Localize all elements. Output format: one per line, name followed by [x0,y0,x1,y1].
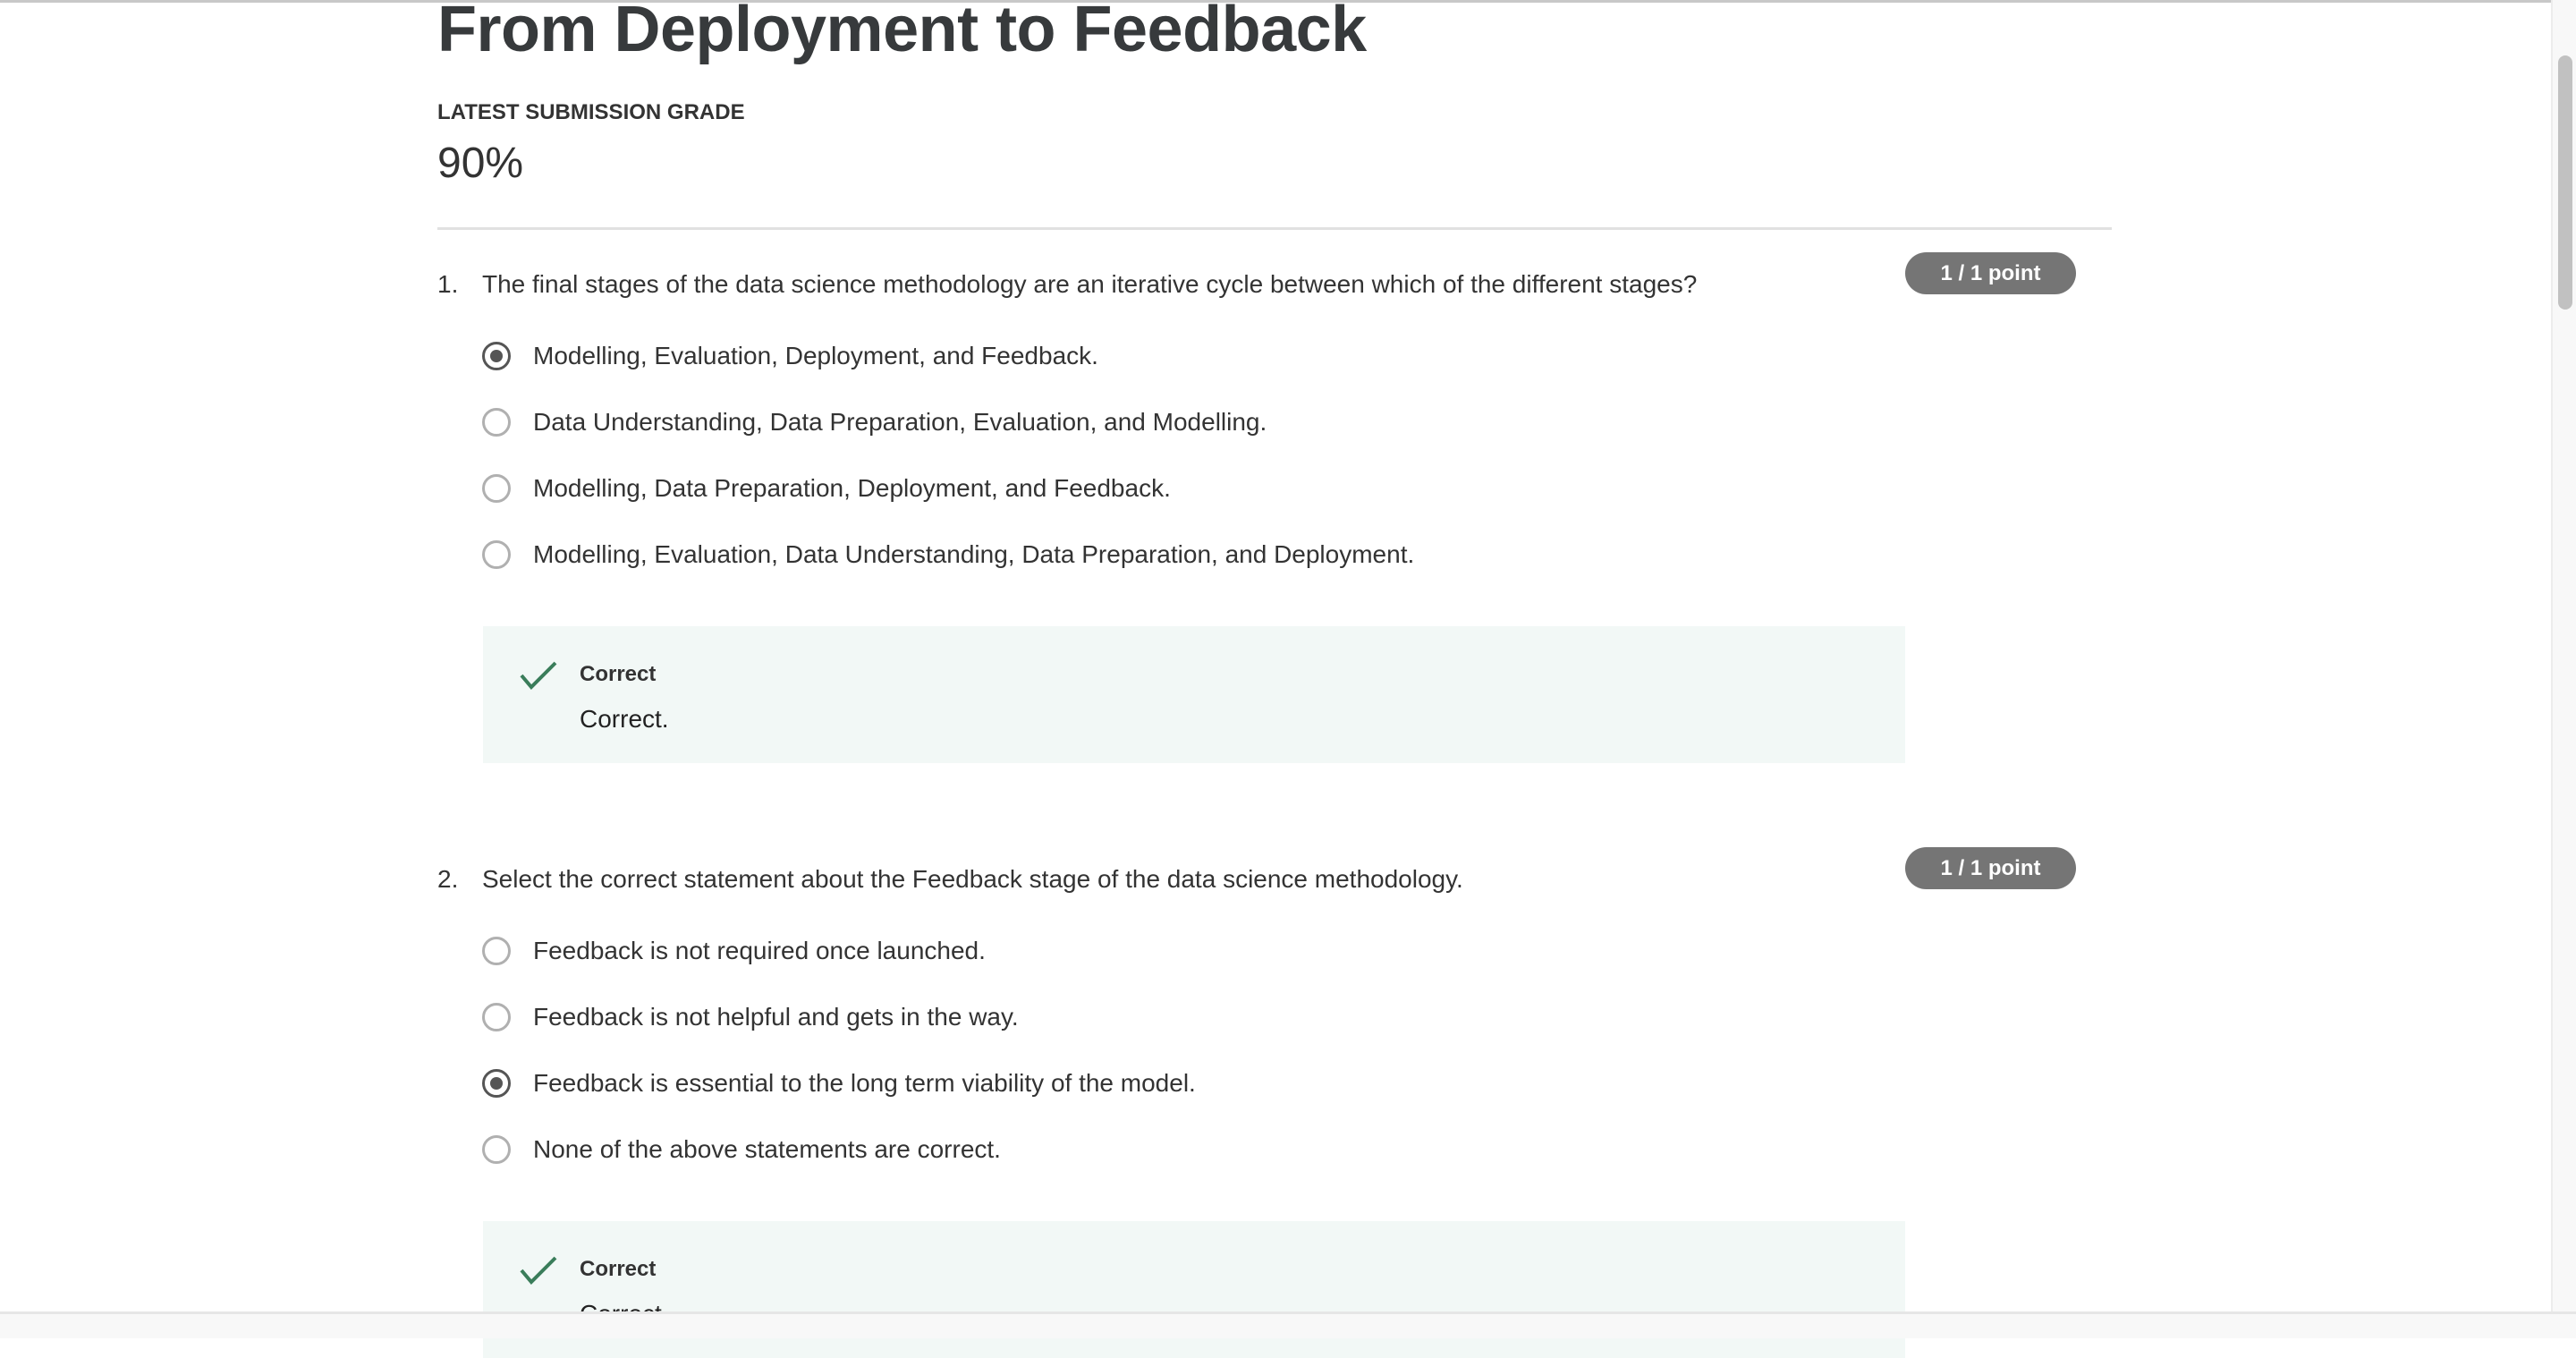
feedback-status: Correct [580,662,657,686]
answer-option[interactable]: Feedback is not helpful and gets in the … [482,999,1019,1035]
vertical-scrollbar[interactable] [2551,0,2576,1311]
horizontal-scrollbar[interactable] [0,1311,2576,1338]
option-label: Feedback is essential to the long term v… [533,1069,1196,1097]
option-label: Feedback is not required once launched. [533,937,986,964]
option-label: Data Understanding, Data Preparation, Ev… [533,408,1267,436]
option-label: Modelling, Data Preparation, Deployment,… [533,474,1171,502]
divider [437,227,2112,230]
radio-button[interactable] [482,1135,511,1164]
radio-button[interactable] [482,1003,511,1031]
feedback-text: Correct. [580,705,669,733]
option-label: Modelling, Evaluation, Deployment, and F… [533,342,1098,369]
answer-option[interactable]: None of the above statements are correct… [482,1132,1001,1167]
radio-button-selected[interactable] [482,1069,511,1098]
answer-option[interactable]: Modelling, Evaluation, Deployment, and F… [482,338,1098,374]
scrollbar-thumb[interactable] [2558,55,2572,310]
radio-button[interactable] [482,474,511,503]
check-icon [520,1256,557,1285]
check-icon [520,661,557,690]
radio-button[interactable] [482,540,511,569]
points-badge: 1 / 1 point [1905,252,2076,294]
feedback-status: Correct [580,1257,657,1281]
radio-button[interactable] [482,408,511,437]
option-label: Feedback is not helpful and gets in the … [533,1003,1019,1031]
answer-option[interactable]: Modelling, Data Preparation, Deployment,… [482,471,1171,506]
answer-option[interactable]: Data Understanding, Data Preparation, Ev… [482,404,1267,440]
question-text: The final stages of the data science met… [482,270,1698,298]
answer-option[interactable]: Feedback is not required once launched. [482,933,986,969]
radio-button-selected[interactable] [482,342,511,370]
grade-label: LATEST SUBMISSION GRADE [437,100,745,124]
grade-value: 90% [437,140,524,187]
question-number: 1. [437,270,459,298]
answer-option[interactable]: Modelling, Evaluation, Data Understandin… [482,537,1414,573]
feedback-box: Correct Correct. [483,626,1905,763]
option-label: None of the above statements are correct… [533,1135,1001,1163]
option-label: Modelling, Evaluation, Data Understandin… [533,540,1415,568]
radio-button[interactable] [482,937,511,965]
page-title: From Deployment to Feedback [437,0,1367,65]
question-number: 2. [437,865,459,893]
answer-option[interactable]: Feedback is essential to the long term v… [482,1065,1196,1101]
question-text: Select the correct statement about the F… [482,865,1463,893]
points-badge: 1 / 1 point [1905,847,2076,889]
